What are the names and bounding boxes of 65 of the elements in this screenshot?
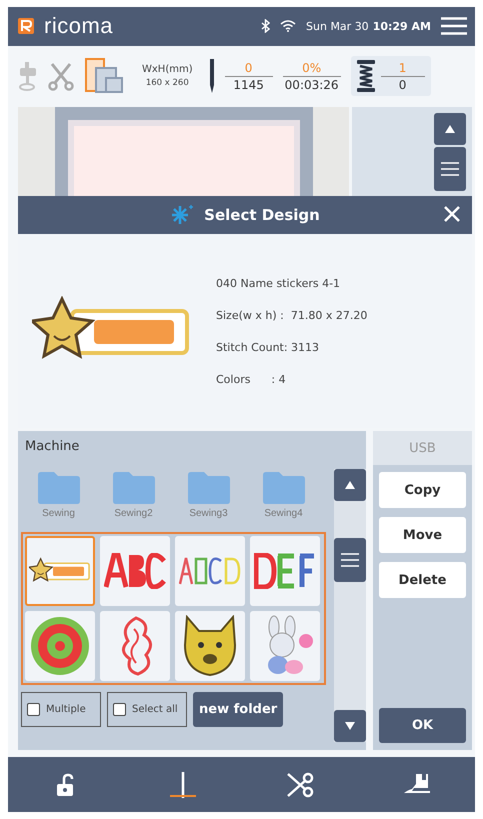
design-thumbnail[interactable] — [175, 611, 245, 682]
remaining-time: 00:03:26 — [284, 76, 339, 92]
up-arrow-icon — [445, 124, 455, 133]
time-text: 10:29 AM — [372, 20, 431, 33]
folder-name: Sewing2 — [114, 508, 153, 520]
logo-icon — [18, 18, 34, 34]
design-thumbnail[interactable] — [100, 536, 170, 606]
wifi-icon — [280, 20, 296, 32]
menu-icon — [441, 162, 459, 176]
snowflake-icon — [170, 204, 194, 226]
design-thumbnail[interactable] — [250, 611, 320, 682]
design-thumbnail[interactable] — [100, 611, 170, 682]
menu-icon — [341, 553, 359, 568]
stitch-current: 0 — [224, 60, 273, 77]
design-thumbnail[interactable] — [25, 536, 95, 606]
scroll-down-button[interactable] — [334, 710, 366, 742]
folder-icon — [38, 472, 80, 504]
needle-icon — [180, 772, 186, 798]
folder-name: Sewing3 — [189, 508, 228, 520]
stitch-count: Stitch Count: 3113 — [216, 340, 320, 354]
color-total: 0 — [398, 76, 406, 92]
brand-logo: ricoma — [44, 13, 114, 40]
color-current: 1 — [380, 60, 425, 77]
new-folder-button[interactable]: new folder — [193, 692, 284, 728]
thread-spool-icon — [356, 60, 375, 92]
design-thumbnail[interactable] — [25, 611, 95, 682]
up-arrow-icon — [345, 481, 355, 490]
ok-button[interactable]: OK — [379, 708, 466, 744]
scroll-up-button[interactable] — [334, 469, 366, 502]
needle-icon — [208, 59, 215, 94]
mandala-drawing — [29, 615, 91, 678]
date-text: Sun Mar 30 — [306, 20, 369, 33]
action-button[interactable]: Copy — [379, 472, 466, 508]
stitch-letters-drawing — [254, 553, 316, 590]
checkbox[interactable]: Multiple — [21, 692, 101, 728]
color-count: Colors : 4 — [216, 372, 287, 386]
down-arrow-icon — [345, 722, 355, 730]
folder-icon — [262, 472, 304, 504]
stitch-total: 1145 — [233, 76, 264, 92]
bluetooth-icon — [261, 19, 270, 34]
scissors-icon — [286, 772, 314, 798]
scroll-up-button[interactable] — [434, 112, 466, 145]
menu-icon[interactable] — [441, 17, 467, 36]
size-label: WxH(mm) — [142, 64, 193, 76]
scroll-thumb[interactable] — [334, 538, 366, 582]
folder-icon — [188, 472, 230, 504]
design-thumbnail[interactable] — [175, 536, 245, 606]
block-letters-drawing — [104, 553, 166, 590]
progress-percent: 0% — [282, 60, 341, 77]
machine-tab[interactable]: Machine — [18, 431, 366, 462]
folder-name: Sewing4 — [264, 508, 303, 520]
folder-icon — [112, 472, 154, 504]
design-size: Size(w x h) : 71.80 x 27.20 — [216, 308, 368, 322]
design-name: 040 Name stickers 4-1 — [216, 276, 342, 290]
selected-indicator — [170, 795, 196, 798]
folder-name: Sewing — [42, 508, 75, 520]
menu-button[interactable] — [434, 146, 466, 191]
action-button[interactable]: Move — [379, 517, 466, 554]
design-thumbnail[interactable] — [250, 536, 320, 606]
hoop-sizes-icon[interactable] — [84, 58, 126, 94]
color-letters-drawing — [179, 556, 241, 586]
dialog-title: Select Design — [204, 206, 320, 224]
checkbox[interactable]: Select all — [107, 692, 187, 728]
size-value: 160 x 260 — [146, 78, 189, 88]
action-button[interactable]: Delete — [379, 562, 466, 598]
